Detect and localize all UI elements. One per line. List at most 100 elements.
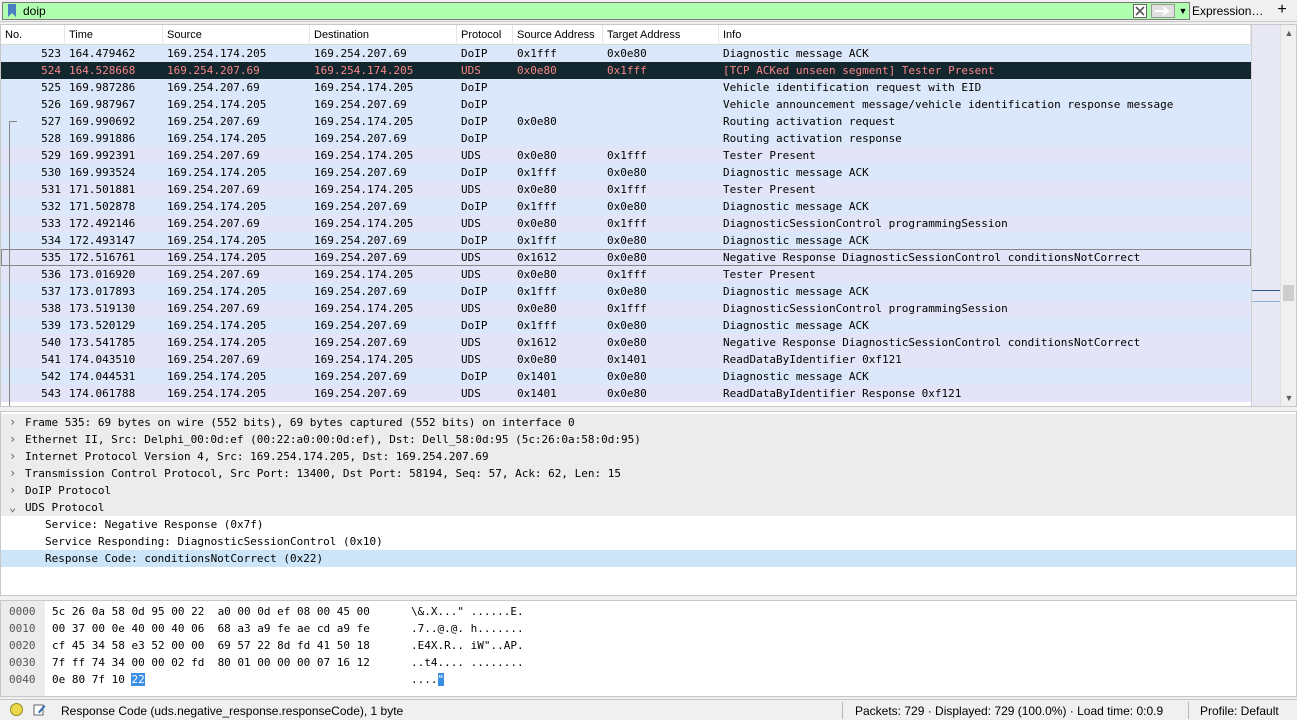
packet-cell-saddr: 0x1fff <box>517 319 557 332</box>
bytes-ascii[interactable]: \&.X..." ......E. <box>411 604 524 619</box>
packet-cell-dst: 169.254.174.205 <box>314 64 414 77</box>
packet-row[interactable]: 542 174.044531 169.254.174.205 169.254.207.… <box>1 368 1251 385</box>
packet-cell-saddr: 0x1fff <box>517 285 557 298</box>
packet-row[interactable]: 543 174.061788 169.254.174.205 169.254.207.… <box>1 385 1251 402</box>
column-header-target-address[interactable]: Target Address <box>603 25 719 45</box>
packet-cell-saddr: 0x1401 <box>517 387 557 400</box>
packet-row[interactable]: 532 171.502878 169.254.174.205 169.254.207.… <box>1 198 1251 215</box>
recent-filters-dropdown[interactable]: ▼ <box>1178 4 1188 18</box>
bytes-ascii[interactable]: .7..@.@. h....... <box>411 621 524 636</box>
packet-cell-src: 169.254.174.205 <box>167 166 267 179</box>
packet-row[interactable]: 527 169.990692 169.254.207.69 169.254.174.2… <box>1 113 1251 130</box>
bytes-hex[interactable]: 7f ff 74 34 00 00 02 fd 80 01 00 00 00 0… <box>52 655 370 670</box>
packet-cell-src: 169.254.207.69 <box>167 115 260 128</box>
column-header-no[interactable]: No. <box>1 25 65 45</box>
packet-row[interactable]: 539 173.520129 169.254.174.205 169.254.207.… <box>1 317 1251 334</box>
add-filter-button[interactable]: + <box>1272 1 1292 19</box>
detail-tree-item[interactable]: › Ethernet II, Src: Delphi_00:0d:ef (00:2… <box>1 431 1296 448</box>
packet-row[interactable]: 531 171.501881 169.254.207.69 169.254.174.2… <box>1 181 1251 198</box>
detail-tree-item[interactable]: › Internet Protocol Version 4, Src: 169.2… <box>1 448 1296 465</box>
packet-cell-no: 526 <box>41 98 61 111</box>
packet-cell-dst: 169.254.207.69 <box>314 370 407 383</box>
bytes-hex[interactable]: 5c 26 0a 58 0d 95 00 22 a0 00 0d ef 08 0… <box>52 604 370 619</box>
status-profile[interactable]: Profile: Default <box>1200 704 1279 718</box>
column-header-source[interactable]: Source <box>163 25 310 45</box>
column-header-time[interactable]: Time <box>65 25 163 45</box>
packet-cell-no: 524 <box>41 64 61 77</box>
column-header-destination[interactable]: Destination <box>310 25 457 45</box>
packet-row[interactable]: 534 172.493147 169.254.174.205 169.254.207.… <box>1 232 1251 249</box>
minimap-focus-marker <box>1252 301 1282 302</box>
bytes-ascii[interactable]: ...." <box>411 672 445 687</box>
scroll-down-icon[interactable]: ▼ <box>1281 390 1296 406</box>
expression-button[interactable]: Expression… <box>1192 4 1263 18</box>
column-header-protocol[interactable]: Protocol <box>457 25 513 45</box>
packet-row[interactable]: 540 173.541785 169.254.174.205 169.254.207.… <box>1 334 1251 351</box>
packet-row[interactable]: 536 173.016920 169.254.207.69 169.254.174.2… <box>1 266 1251 283</box>
packet-cell-time: 169.987967 <box>69 98 136 111</box>
packet-cell-dst: 169.254.207.69 <box>314 200 407 213</box>
chevron-right-icon[interactable]: › <box>9 448 19 465</box>
bytes-ascii[interactable]: ..t4.... ........ <box>411 655 524 670</box>
bytes-row: 0030 7f ff 74 34 00 00 02 fd 80 01 00 00 … <box>1 655 1296 670</box>
clear-filter-button[interactable] <box>1133 4 1147 18</box>
packet-cell-info: Vehicle announcement message/vehicle ide… <box>723 98 1174 111</box>
bytes-hex[interactable]: 00 37 00 0e 40 00 40 06 68 a3 a9 fe ae c… <box>52 621 370 636</box>
detail-tree-item[interactable]: ⌄ UDS Protocol <box>1 499 1296 516</box>
packet-row[interactable]: 535 172.516761 169.254.174.205 169.254.207.… <box>1 249 1251 266</box>
packet-cell-proto: DoIP <box>461 166 488 179</box>
packet-cell-saddr: 0x0e80 <box>517 217 557 230</box>
chevron-right-icon[interactable]: › <box>9 482 19 499</box>
packet-cell-time: 171.502878 <box>69 200 136 213</box>
chevron-right-icon[interactable]: › <box>9 414 19 431</box>
packet-row[interactable]: 533 172.492146 169.254.207.69 169.254.174.2… <box>1 215 1251 232</box>
packet-row[interactable]: 541 174.043510 169.254.207.69 169.254.174.2… <box>1 351 1251 368</box>
packet-cell-dst: 169.254.174.205 <box>314 302 414 315</box>
edit-comment-icon[interactable] <box>33 703 46 716</box>
chevron-down-icon[interactable]: ⌄ <box>9 499 19 516</box>
column-header-source-address[interactable]: Source Address <box>513 25 603 45</box>
packet-cell-taddr: 0x1fff <box>607 64 647 77</box>
bookmark-icon[interactable] <box>7 4 17 18</box>
packet-cell-info: Diagnostic message ACK <box>723 234 869 247</box>
bytes-ascii-plain: .... <box>411 673 438 686</box>
bytes-hex[interactable]: cf 45 34 58 e3 52 00 00 69 57 22 8d fd 4… <box>52 638 370 653</box>
packet-minimap[interactable] <box>1251 25 1282 406</box>
packet-cell-dst: 169.254.207.69 <box>314 234 407 247</box>
packet-row[interactable]: 528 169.991886 169.254.174.205 169.254.207.… <box>1 130 1251 147</box>
packet-row[interactable]: 530 169.993524 169.254.174.205 169.254.207.… <box>1 164 1251 181</box>
packet-cell-time: 173.520129 <box>69 319 136 332</box>
scroll-up-icon[interactable]: ▲ <box>1281 25 1296 41</box>
detail-tree-item[interactable]: › DoIP Protocol <box>1 482 1296 499</box>
bytes-hex[interactable]: 0e 80 7f 10 22 <box>52 672 145 687</box>
bytes-row: 0040 0e 80 7f 10 22 ...." <box>1 672 1296 687</box>
packet-list-scrollbar[interactable]: ▲ ▼ <box>1280 25 1296 406</box>
expert-info-icon[interactable] <box>10 703 23 716</box>
detail-tree-item[interactable]: › Frame 535: 69 bytes on wire (552 bits),… <box>1 414 1296 431</box>
packet-row[interactable]: 538 173.519130 169.254.207.69 169.254.174.2… <box>1 300 1251 317</box>
chevron-right-icon[interactable]: › <box>9 431 19 448</box>
packet-row[interactable]: 525 169.987286 169.254.207.69 169.254.174.2… <box>1 79 1251 96</box>
packet-cell-info: Diagnostic message ACK <box>723 370 869 383</box>
detail-tree-item[interactable]: › Transmission Control Protocol, Src Port… <box>1 465 1296 482</box>
detail-tree-label: Transmission Control Protocol, Src Port:… <box>25 467 622 480</box>
packet-row[interactable]: 524 164.528668 169.254.207.69 169.254.174.2… <box>1 62 1251 79</box>
packet-row[interactable]: 526 169.987967 169.254.174.205 169.254.207.… <box>1 96 1251 113</box>
packet-row[interactable]: 523 164.479462 169.254.174.205 169.254.207.… <box>1 45 1251 62</box>
detail-tree-child[interactable]: Response Code: conditionsNotCorrect (0x2… <box>1 550 1296 567</box>
column-header-info[interactable]: Info <box>719 25 1251 45</box>
packet-cell-taddr: 0x1fff <box>607 183 647 196</box>
scroll-thumb[interactable] <box>1283 285 1294 301</box>
packet-cell-src: 169.254.174.205 <box>167 234 267 247</box>
packet-row[interactable]: 537 173.017893 169.254.174.205 169.254.207.… <box>1 283 1251 300</box>
packet-row[interactable]: 529 169.992391 169.254.207.69 169.254.174.2… <box>1 147 1251 164</box>
packet-cell-saddr: 0x0e80 <box>517 149 557 162</box>
packet-cell-info: Diagnostic message ACK <box>723 47 869 60</box>
bytes-ascii[interactable]: .E4X.R.. iW"..AP. <box>411 638 524 653</box>
chevron-right-icon[interactable]: › <box>9 465 19 482</box>
detail-tree-child[interactable]: Service Responding: DiagnosticSessionCon… <box>1 533 1296 550</box>
detail-tree-child[interactable]: Service: Negative Response (0x7f) <box>1 516 1296 533</box>
packet-cell-proto: UDS <box>461 302 481 315</box>
display-filter-input[interactable] <box>21 3 1121 19</box>
apply-filter-button[interactable] <box>1151 4 1175 18</box>
